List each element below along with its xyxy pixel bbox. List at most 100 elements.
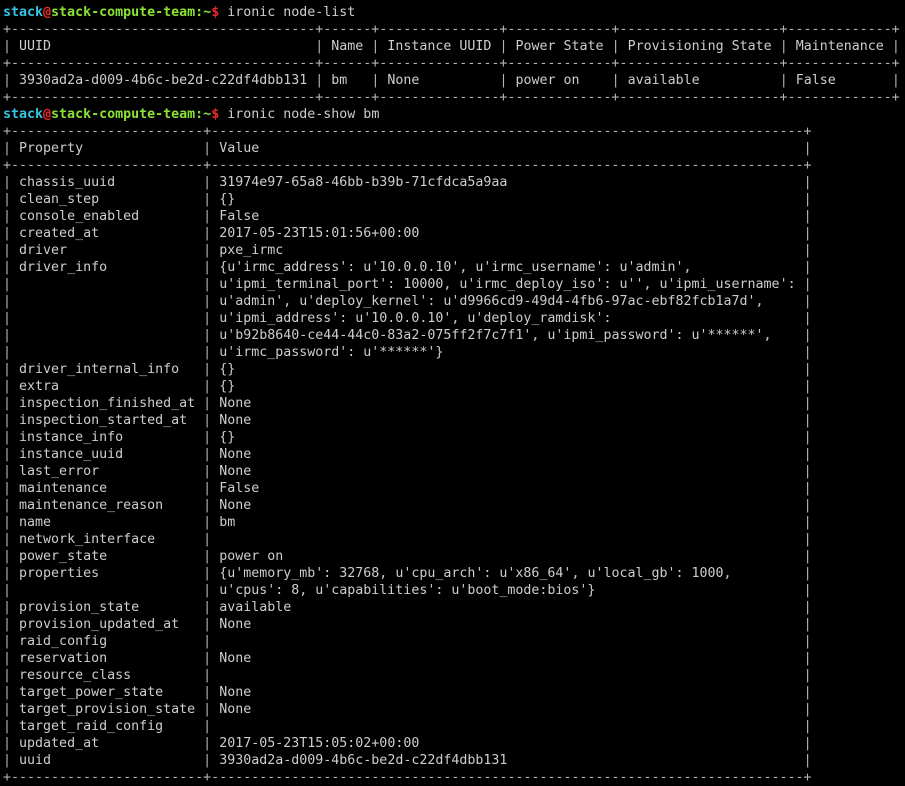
property-row: | uuid | 3930ad2a-d009-4b6c-be2d-c22df4d… <box>3 752 900 769</box>
table-border: | <box>203 277 212 292</box>
prompt-user: stack <box>3 107 44 122</box>
terminal-window[interactable]: stack@stack-compute-team:~$ ironic node-… <box>3 4 900 786</box>
property-row: | target_raid_config | | <box>3 718 900 735</box>
table-border: | <box>3 549 12 564</box>
table-border: | <box>803 515 812 530</box>
table-border: +--------------------------------------+… <box>3 90 900 105</box>
property-value: None <box>219 413 252 428</box>
property-row: | updated_at | 2017-05-23T15:05:02+00:00… <box>3 735 900 752</box>
property-name: instance_uuid <box>19 447 124 462</box>
table-cell: 3930ad2a-d009-4b6c-be2d-c22df4dbb131 <box>19 73 308 88</box>
table-border: | <box>803 379 812 394</box>
prompt-at-sign: @ <box>43 5 52 20</box>
table-cell: Provisioning State <box>627 39 772 54</box>
table-border: | <box>315 73 324 88</box>
property-value: None <box>219 498 252 513</box>
table-border: | <box>3 719 12 734</box>
table-border: | <box>803 498 812 513</box>
table-border: | <box>803 413 812 428</box>
property-name: inspection_started_at <box>19 413 188 428</box>
table-separator: +--------------------------------------+… <box>3 89 900 106</box>
property-value: None <box>219 685 252 700</box>
property-name: target_power_state <box>19 685 164 700</box>
property-row: | network_interface | | <box>3 531 900 548</box>
prompt-host: stack-compute-team <box>51 5 196 20</box>
property-name: driver <box>19 243 68 258</box>
table-cell: UUID <box>19 39 52 54</box>
table-border: | <box>803 481 812 496</box>
table-border: | <box>3 617 12 632</box>
property-row: | created_at | 2017-05-23T15:01:56+00:00… <box>3 225 900 242</box>
table-border: | <box>803 362 812 377</box>
table-border: | <box>803 549 812 564</box>
table-border: | <box>203 685 212 700</box>
property-value: None <box>219 702 252 717</box>
table-border: | <box>203 634 212 649</box>
table-border: | <box>499 73 508 88</box>
table-border: | <box>3 447 12 462</box>
table-border: | <box>3 464 12 479</box>
table-border: | <box>803 634 812 649</box>
property-value: None <box>219 447 252 462</box>
prompt-line: stack@stack-compute-team:~$ ironic node-… <box>3 106 900 123</box>
table-border: | <box>3 311 12 326</box>
property-value: u'ipmi_terminal_port': 10000, u'irmc_dep… <box>219 277 796 292</box>
table-border: | <box>203 702 212 717</box>
property-name: maintenance <box>19 481 108 496</box>
table-border: | <box>203 668 212 683</box>
table-border: | <box>203 719 212 734</box>
property-row: | | u'admin', u'deploy_kernel': u'd9966c… <box>3 293 900 310</box>
table-border: | <box>203 498 212 513</box>
property-name: properties <box>19 566 100 581</box>
prompt-path: ~ <box>203 107 212 122</box>
property-row: | maintenance_reason | None | <box>3 497 900 514</box>
property-value: None <box>219 651 252 666</box>
property-row: | last_error | None | <box>3 463 900 480</box>
table-cell: None <box>387 73 420 88</box>
property-row: | raid_config | | <box>3 633 900 650</box>
table-separator: +------------------------+--------------… <box>3 123 900 140</box>
table-border: | <box>203 209 212 224</box>
property-value: {} <box>219 430 236 445</box>
property-name: created_at <box>19 226 100 241</box>
table-border: | <box>803 277 812 292</box>
table-border: | <box>203 226 212 241</box>
table-border: | <box>203 532 212 547</box>
table-separator: +------------------------+--------------… <box>3 157 900 174</box>
property-row: | instance_uuid | None | <box>3 446 900 463</box>
table-border: | <box>3 396 12 411</box>
property-row: | | u'b92b8640-ce44-44c0-83a2-075ff2f7c7… <box>3 327 900 344</box>
table-header-row: | UUID | Name | Instance UUID | Power St… <box>3 38 900 55</box>
table-cell: Power State <box>515 39 604 54</box>
property-name: uuid <box>19 753 52 768</box>
table-border: | <box>3 498 12 513</box>
property-name: target_raid_config <box>19 719 164 734</box>
table-border: | <box>803 430 812 445</box>
prompt-line: stack@stack-compute-team:~$ ironic node-… <box>3 4 900 21</box>
table-border: | <box>3 328 12 343</box>
table-border: | <box>803 753 812 768</box>
property-name: power_state <box>19 549 108 564</box>
table-border: | <box>3 702 12 717</box>
property-row: | | u'cpus': 8, u'capabilities': u'boot_… <box>3 582 900 599</box>
property-name: clean_step <box>19 192 100 207</box>
table-separator: +------------------------+--------------… <box>3 769 900 786</box>
table-border: | <box>803 243 812 258</box>
property-row: | inspection_started_at | None | <box>3 412 900 429</box>
table-border: | <box>203 651 212 666</box>
property-row: | target_power_state | None | <box>3 684 900 701</box>
table-border: | <box>803 141 812 156</box>
table-border: | <box>803 226 812 241</box>
property-row: | | u'ipmi_terminal_port': 10000, u'irmc… <box>3 276 900 293</box>
property-value: None <box>219 617 252 632</box>
prompt-at-sign: @ <box>43 107 52 122</box>
table-border: | <box>3 192 12 207</box>
table-border: | <box>803 209 812 224</box>
table-border: | <box>203 447 212 462</box>
property-row: | reservation | None | <box>3 650 900 667</box>
table-border: +------------------------+--------------… <box>3 124 812 139</box>
table-border: | <box>3 141 12 156</box>
property-row: | properties | {u'memory_mb': 32768, u'c… <box>3 565 900 582</box>
table-border: | <box>3 413 12 428</box>
table-border: +--------------------------------------+… <box>3 22 900 37</box>
